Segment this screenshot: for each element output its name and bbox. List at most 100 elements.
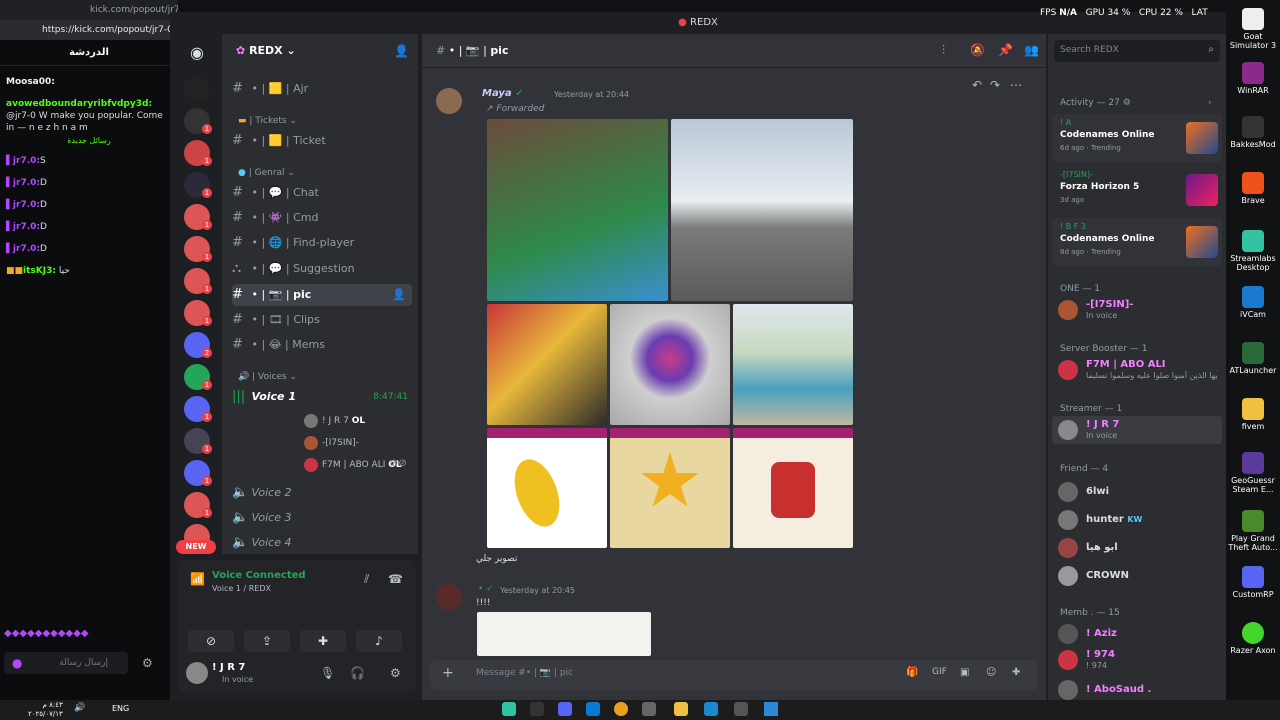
taskbar-app-icon[interactable]	[734, 702, 748, 716]
activity-header[interactable]: Activity — 27 ⚙ ›	[1060, 98, 1212, 108]
url-bar[interactable]: https://kick.com/popout/jr7-0/	[0, 20, 178, 40]
activity-card[interactable]: ! A Codenames Online 6d ago · Trending	[1052, 114, 1222, 162]
screen-share-button[interactable]: ⇪	[244, 630, 290, 652]
disconnect-icon[interactable]: ☎	[388, 572, 403, 586]
voice-channel-1[interactable]: ||| Voice 1 8:47:41	[232, 386, 412, 408]
image-jam[interactable]	[733, 428, 853, 548]
channel-suggestion[interactable]: ⛬ • | 💬 | Suggestion	[232, 258, 412, 280]
emoji-icon[interactable]: ☺	[986, 667, 996, 678]
voice-location[interactable]: Voice 1 / REDX	[212, 584, 271, 593]
taskbar-files-icon[interactable]	[674, 702, 688, 716]
member-item[interactable]: ! J R 7 In voice	[1058, 418, 1218, 442]
desktop-icon-customrp[interactable]: CustomRP	[1226, 566, 1280, 599]
member-item[interactable]: 6lwi	[1058, 480, 1218, 504]
chat-input[interactable]: إرسال رسالة	[4, 652, 128, 674]
add-friend-icon[interactable]: 👤	[394, 44, 409, 58]
channel-chat[interactable]: # • | 💬 | Chat	[232, 182, 412, 204]
notifications-icon[interactable]: 🔕	[970, 43, 985, 57]
voice-channel-4[interactable]: 🔈 Voice 4	[232, 532, 412, 554]
voice-channel-3[interactable]: 🔈 Voice 3	[232, 507, 412, 529]
mic-icon[interactable]: ●	[12, 656, 22, 670]
taskbar-discord-icon[interactable]	[558, 702, 572, 716]
voice-user[interactable]: -[I7SIN]-	[322, 438, 359, 448]
voice-connected-status[interactable]: Voice Connected	[212, 570, 306, 581]
activity-card[interactable]: -[I7SIN]- Forza Horizon 5 3d ago	[1052, 166, 1222, 214]
image-cat-star[interactable]	[610, 428, 730, 548]
member-item[interactable]: F7M | ABO ALIالرد الأيها الذين آمنوا صلو…	[1058, 358, 1218, 382]
image-airplane[interactable]	[671, 119, 853, 301]
voice-user[interactable]: ! J R 7 OL	[322, 416, 365, 426]
channel-ajr[interactable]: # • | 🟨 | Ajr	[232, 78, 412, 100]
image-beach[interactable]	[733, 304, 853, 425]
desktop-icon-winrar[interactable]: WinRAR	[1226, 62, 1280, 95]
member-item[interactable]: ابو هيا	[1058, 536, 1218, 560]
member-item[interactable]: ! Aziz	[1058, 622, 1218, 646]
taskbar-app-icon[interactable]	[642, 702, 656, 716]
camera-off-button[interactable]: ⊘	[188, 630, 234, 652]
server-icon[interactable]	[184, 76, 210, 102]
member-item[interactable]: hunter KW	[1058, 508, 1218, 532]
taskbar-app-icon[interactable]	[502, 702, 516, 716]
image-notebook[interactable]	[477, 612, 651, 656]
threads-icon[interactable]: ⫶	[942, 43, 945, 58]
desktop-icon-ivcam[interactable]: iVCam	[1226, 286, 1280, 319]
apps-icon[interactable]: ✚	[1012, 667, 1020, 678]
windows-start-icon[interactable]	[764, 702, 778, 716]
gift-icon[interactable]: 🎁	[906, 667, 918, 678]
message-input[interactable]: Message #• | 📷 | pic	[476, 668, 573, 678]
browser-tab[interactable]: kick.com/popout/jr7-0/	[0, 0, 178, 20]
server-header[interactable]: ✿ REDX ⌄	[236, 44, 296, 57]
desktop-icon-razer-axon[interactable]: Razer Axon	[1226, 622, 1280, 655]
taskbar-app-icon[interactable]	[586, 702, 600, 716]
soundboard-button[interactable]: ♪	[356, 630, 402, 652]
noise-suppression-icon[interactable]: ⫽	[364, 572, 369, 587]
desktop-icon-streamlabs[interactable]: Streamlabs Desktop	[1226, 230, 1280, 272]
new-badge[interactable]: NEW	[176, 540, 216, 554]
channel-pic[interactable]: # • | 📷 | pic 👤	[232, 284, 412, 306]
taskbar-vscode-icon[interactable]	[704, 702, 718, 716]
channel-find-player[interactable]: # • | 🌐 | Find-player	[232, 232, 412, 254]
more-icon[interactable]: ⋯	[1010, 78, 1022, 92]
desktop-icon-gta[interactable]: Play Grand Theft Auto...	[1226, 510, 1280, 552]
desktop-icon-fivem[interactable]: fivem	[1226, 398, 1280, 431]
member-item[interactable]: CROWN	[1058, 564, 1218, 588]
mic-icon[interactable]: 🎙	[320, 666, 335, 680]
add-attachment-icon[interactable]: +	[442, 665, 454, 681]
pin-icon[interactable]: 📌	[998, 43, 1013, 57]
headphones-icon[interactable]: 🎧	[350, 666, 365, 680]
user-name[interactable]: ! J R 7	[212, 662, 245, 673]
voice-channel-2[interactable]: 🔈 Voice 2	[232, 482, 412, 504]
member-item[interactable]: -[I7SIN]- In voice	[1058, 298, 1218, 322]
settings-icon[interactable]: ⚙	[142, 656, 153, 670]
search-input[interactable]: Search REDX ⌕	[1054, 40, 1220, 62]
invite-icon[interactable]: 👤	[392, 284, 406, 306]
message-author[interactable]: Maya ✓	[482, 88, 524, 99]
volume-icon[interactable]: 🔊	[74, 703, 85, 713]
taskbar-chrome-icon[interactable]	[614, 702, 628, 716]
taskbar-clock[interactable]: ٨:٤٣ م ٢٠٢٥/٠٧/١٣	[28, 701, 63, 719]
image-banana[interactable]	[487, 428, 607, 548]
desktop-icon-atlauncher[interactable]: ATLauncher	[1226, 342, 1280, 375]
sticker-icon[interactable]: ▣	[960, 667, 969, 678]
category-genral[interactable]: ● | Genral ⌄	[238, 168, 295, 178]
activities-button[interactable]: ✚	[300, 630, 346, 652]
desktop-icon-bakkesmod[interactable]: BakkesMod	[1226, 116, 1280, 149]
settings-icon[interactable]: ⚙	[390, 666, 401, 680]
forward-icon[interactable]: ↷	[990, 78, 1000, 92]
channel-cmd[interactable]: # • | 👾 | Cmd	[232, 207, 412, 229]
user-avatar[interactable]	[186, 662, 208, 684]
emote-bar[interactable]: ◆◆◆◆◆◆◆◆◆◆◆	[4, 628, 174, 644]
member-item[interactable]: ! AboSaud .	[1058, 678, 1218, 700]
discord-home-icon[interactable]: ◉	[184, 40, 210, 66]
message-avatar[interactable]	[436, 88, 462, 114]
gif-icon[interactable]: GIF	[932, 667, 947, 677]
members-icon[interactable]: 👥	[1024, 43, 1039, 57]
taskbar-app-icon[interactable]	[530, 702, 544, 716]
activity-card[interactable]: ! B F 3 Codenames Online 8d ago · Trendi…	[1052, 218, 1222, 266]
channel-ticket[interactable]: # • | 🟨 | Ticket	[232, 130, 412, 152]
channel-clips[interactable]: # • | 🎞 | Clips	[232, 309, 412, 331]
desktop-icon-brave[interactable]: Brave	[1226, 172, 1280, 205]
image-screen[interactable]	[610, 304, 730, 425]
member-item[interactable]: ! 974! 974	[1058, 648, 1218, 672]
message-avatar[interactable]	[436, 584, 462, 610]
